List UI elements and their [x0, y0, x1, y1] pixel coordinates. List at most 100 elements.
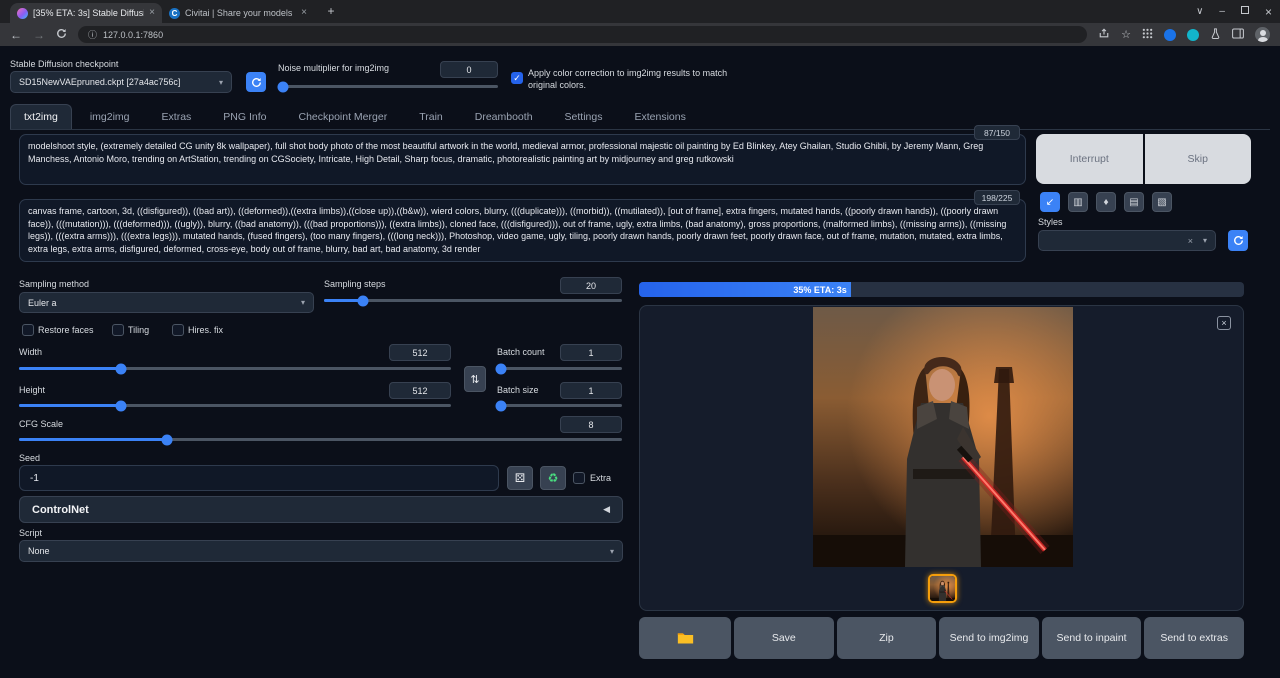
- width-slider[interactable]: [19, 367, 451, 370]
- slider-knob[interactable]: [495, 363, 506, 374]
- folder-icon: [677, 631, 694, 645]
- slider-knob[interactable]: [495, 400, 506, 411]
- close-image-icon[interactable]: ×: [1217, 316, 1231, 330]
- tab-txt2img[interactable]: txt2img: [10, 104, 72, 129]
- cfg-scale-value[interactable]: 8: [560, 416, 622, 433]
- send-to-inpaint-button[interactable]: Send to inpaint: [1042, 617, 1142, 659]
- maximize-window-button[interactable]: [1241, 6, 1249, 17]
- script-value: None: [28, 546, 50, 556]
- tab-close-icon[interactable]: ×: [149, 8, 155, 18]
- browser-tab-stable-diffusion[interactable]: [35% ETA: 3s] Stable Diffusion ×: [10, 3, 162, 23]
- refresh-icon: [1233, 235, 1244, 246]
- styles-dropdown[interactable]: × ▾: [1038, 230, 1216, 251]
- controlnet-accordion[interactable]: ControlNet ◀: [19, 496, 623, 523]
- skip-button[interactable]: Skip: [1145, 134, 1252, 184]
- batch-count-slider[interactable]: [497, 367, 622, 370]
- save-button[interactable]: Save: [734, 617, 834, 659]
- tab-img2img[interactable]: img2img: [76, 104, 144, 129]
- slider-knob[interactable]: [115, 363, 126, 374]
- clear-styles-icon[interactable]: ×: [1188, 236, 1193, 246]
- side-panel-icon[interactable]: [1232, 26, 1244, 44]
- cfg-scale-label: CFG Scale: [19, 419, 63, 429]
- batch-size-slider[interactable]: [497, 404, 622, 407]
- forward-icon[interactable]: →: [33, 29, 45, 41]
- prompt-container: modelshoot style, (extremely detailed CG…: [19, 134, 1026, 185]
- progress-text: 35% ETA: 3s: [639, 282, 851, 297]
- checkpoint-dropdown[interactable]: SD15NewVAEpruned.ckpt [27a4ac756c] ▾: [10, 71, 232, 93]
- slider-fill: [19, 367, 121, 370]
- reload-icon[interactable]: [56, 28, 67, 41]
- width-value[interactable]: 512: [389, 344, 451, 361]
- clear-prompt-button[interactable]: ▥: [1068, 192, 1088, 212]
- tab-png-info[interactable]: PNG Info: [209, 104, 280, 129]
- negative-prompt-input[interactable]: canvas frame, cartoon, 3d, ((disfigured)…: [19, 199, 1026, 262]
- recorder-extension-icon[interactable]: [1187, 29, 1199, 41]
- send-to-img2img-button[interactable]: Send to img2img: [939, 617, 1039, 659]
- browser-tab-civitai[interactable]: Civitai | Share your models ×: [162, 3, 314, 23]
- send-to-extras-button[interactable]: Send to extras: [1144, 617, 1244, 659]
- noise-multiplier-value[interactable]: 0: [440, 61, 498, 78]
- height-slider[interactable]: [19, 404, 451, 407]
- sampling-steps-slider[interactable]: [324, 299, 622, 302]
- sampling-steps-value[interactable]: 20: [560, 277, 622, 294]
- tab-train[interactable]: Train: [405, 104, 457, 129]
- extra-networks-button[interactable]: ♦: [1096, 192, 1116, 212]
- profile-avatar[interactable]: [1255, 27, 1270, 42]
- save-style-button[interactable]: ▤: [1124, 192, 1144, 212]
- close-window-button[interactable]: ×: [1265, 5, 1272, 19]
- tab-settings[interactable]: Settings: [551, 104, 617, 129]
- slider-knob[interactable]: [357, 295, 368, 306]
- random-seed-button[interactable]: ⚄: [507, 466, 533, 490]
- tab-extras[interactable]: Extras: [148, 104, 206, 129]
- seed-input[interactable]: [19, 465, 499, 491]
- sampling-method-value: Euler a: [28, 298, 57, 308]
- interrupt-button[interactable]: Interrupt: [1036, 134, 1143, 184]
- tiling-checkbox[interactable]: [112, 324, 124, 336]
- refresh-styles-button[interactable]: [1228, 230, 1248, 251]
- gallery-thumbnail[interactable]: [928, 574, 957, 603]
- restore-faces-checkbox[interactable]: [22, 324, 34, 336]
- site-info-icon[interactable]: ⓘ: [88, 28, 97, 41]
- share-icon[interactable]: [1098, 26, 1110, 44]
- height-value[interactable]: 512: [389, 382, 451, 399]
- refresh-icon: [251, 77, 262, 88]
- sampling-method-dropdown[interactable]: Euler a ▾: [19, 292, 314, 313]
- hires-fix-checkbox[interactable]: [172, 324, 184, 336]
- tab-checkpoint-merger[interactable]: Checkpoint Merger: [284, 104, 401, 129]
- back-icon[interactable]: ←: [10, 29, 22, 41]
- apply-style-button[interactable]: ▧: [1152, 192, 1172, 212]
- extra-seed-checkbox[interactable]: [573, 472, 585, 484]
- tab-dreambooth[interactable]: Dreambooth: [461, 104, 547, 129]
- generated-image[interactable]: [813, 307, 1073, 567]
- batch-size-value[interactable]: 1: [560, 382, 622, 399]
- slider-knob[interactable]: [278, 81, 289, 92]
- prompt-input[interactable]: modelshoot style, (extremely detailed CG…: [19, 134, 1026, 185]
- refresh-checkpoints-button[interactable]: [246, 72, 266, 92]
- bookmark-star-icon[interactable]: ☆: [1121, 28, 1131, 41]
- batch-count-value[interactable]: 1: [560, 344, 622, 361]
- tab-search-chevron-icon[interactable]: ∨: [1196, 6, 1203, 17]
- reuse-seed-button[interactable]: ♻: [540, 466, 566, 490]
- address-bar[interactable]: ⓘ 127.0.0.1:7860: [78, 26, 1087, 43]
- apps-grid-icon[interactable]: [1142, 26, 1153, 44]
- slider-knob[interactable]: [115, 400, 126, 411]
- paste-params-button[interactable]: ↙: [1040, 192, 1060, 212]
- tab-extensions[interactable]: Extensions: [620, 104, 699, 129]
- zip-button[interactable]: Zip: [837, 617, 937, 659]
- noise-multiplier-slider[interactable]: [281, 85, 498, 88]
- civitai-favicon: [169, 8, 180, 19]
- minimize-window-button[interactable]: –: [1219, 6, 1225, 17]
- accordion-collapsed-icon: ◀: [603, 504, 610, 515]
- color-correction-checkbox[interactable]: ✓: [511, 72, 523, 84]
- script-dropdown[interactable]: None ▾: [19, 540, 623, 562]
- window-controls: ∨ – ×: [1196, 0, 1272, 23]
- cfg-scale-slider[interactable]: [19, 438, 622, 441]
- open-folder-button[interactable]: [639, 617, 731, 659]
- swap-dimensions-button[interactable]: ⇅: [464, 366, 486, 392]
- slider-knob[interactable]: [161, 434, 172, 445]
- beaker-extension-icon[interactable]: [1210, 26, 1221, 44]
- new-tab-button[interactable]: +: [322, 3, 340, 21]
- chevron-down-icon: ▾: [219, 78, 223, 87]
- tab-close-icon[interactable]: ×: [301, 8, 307, 18]
- extension-update-icon[interactable]: [1164, 29, 1176, 41]
